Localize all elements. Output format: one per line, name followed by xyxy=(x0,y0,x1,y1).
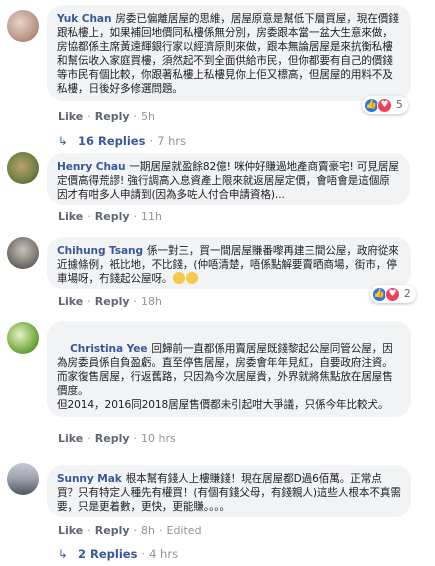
comment-actions: Like · Reply · 11h xyxy=(58,210,162,223)
comment-timestamp[interactable]: 10 hrs xyxy=(141,432,176,445)
like-button[interactable]: Like xyxy=(58,524,83,537)
like-button[interactable]: Like xyxy=(58,432,83,445)
reply-arrow-icon: ↳ xyxy=(58,134,68,148)
like-button[interactable]: Like xyxy=(58,210,83,223)
comment-author[interactable]: Christina Yee xyxy=(70,343,147,355)
comment-actions: Like · Reply · 10 hrs xyxy=(58,432,176,445)
reply-arrow-icon: ↳ xyxy=(58,547,68,561)
avatar[interactable] xyxy=(7,322,39,354)
love-icon: ♥ xyxy=(377,97,392,113)
comment-author[interactable]: Sunny Mak xyxy=(57,473,122,485)
comment-bubble: Chihung Tsang 係一對三，買一間居屋賺番嚟再建三間公屋，政府從來近據條… xyxy=(47,237,411,289)
avatar[interactable] xyxy=(7,152,39,184)
comment-bubble: Yuk Chan 房委已偏離居屋的思維，居屋原意是幫低下層買屋，現在價錢跟私樓上，… xyxy=(47,5,411,101)
comment-bubble: Henry Chau 一期居屋就盈餘82億! 咪仲好賺過地產商賣豪宅! 可見居屋定… xyxy=(47,153,410,205)
reply-button[interactable]: Reply xyxy=(95,295,130,308)
comment-bubble: Christina Yee 回歸前一直都係用賣居屋既錢黎起公屋同管公屋，因為房委員… xyxy=(47,321,411,417)
reaction-summary[interactable]: 👍 ♥ 2 xyxy=(370,285,416,303)
comment-timestamp[interactable]: 18h xyxy=(141,295,162,308)
comment-actions: Like · Reply · 8h · Edited xyxy=(58,524,202,537)
edited-label[interactable]: Edited xyxy=(167,524,202,537)
replies-time: 7 hrs xyxy=(157,134,187,148)
comment-actions: Like · Reply · 18h xyxy=(58,295,162,308)
reply-button[interactable]: Reply xyxy=(95,432,130,445)
comment-author[interactable]: Chihung Tsang xyxy=(57,245,143,257)
love-icon: ♥ xyxy=(385,286,400,302)
comment-timestamp[interactable]: 8h xyxy=(141,524,155,537)
like-button[interactable]: Like xyxy=(58,110,83,123)
view-replies-link[interactable]: ↳ 2 Replies · 4 hrs xyxy=(58,546,178,562)
reaction-count: 2 xyxy=(404,288,411,300)
comment-author[interactable]: Yuk Chan xyxy=(57,13,111,25)
replies-time: 4 hrs xyxy=(149,547,179,561)
comment-text: 房委已偏離居屋的思維，居屋原意是幫低下層買屋，現在價錢跟私樓上，如果補回地價同私… xyxy=(57,13,399,95)
replies-count[interactable]: 16 Replies xyxy=(78,134,145,148)
view-replies-link[interactable]: ↳ 16 Replies · 7 hrs xyxy=(58,133,186,149)
comment-bubble: Sunny Mak 根本幫有錢人上樓賺錢！現在居屋都D過6佰萬。正常点買？只有特定… xyxy=(47,465,411,517)
avatar[interactable] xyxy=(7,463,39,495)
reaction-summary[interactable]: 👍 ♥ 5 xyxy=(362,96,408,114)
comment-author[interactable]: Henry Chau xyxy=(57,161,126,173)
like-button[interactable]: Like xyxy=(58,295,83,308)
reply-button[interactable]: Reply xyxy=(95,524,130,537)
smile-emoji-icon xyxy=(186,272,199,284)
replies-count[interactable]: 2 Replies xyxy=(78,547,137,561)
smile-emoji-icon xyxy=(173,272,186,284)
reaction-count: 5 xyxy=(396,99,403,111)
reply-button[interactable]: Reply xyxy=(95,210,130,223)
avatar[interactable] xyxy=(7,237,39,269)
comment-timestamp[interactable]: 5h xyxy=(141,110,155,123)
comment-actions: Like · Reply · 5h xyxy=(58,110,155,123)
avatar[interactable] xyxy=(7,10,39,42)
reply-button[interactable]: Reply xyxy=(95,110,130,123)
comment-timestamp[interactable]: 11h xyxy=(141,210,162,223)
